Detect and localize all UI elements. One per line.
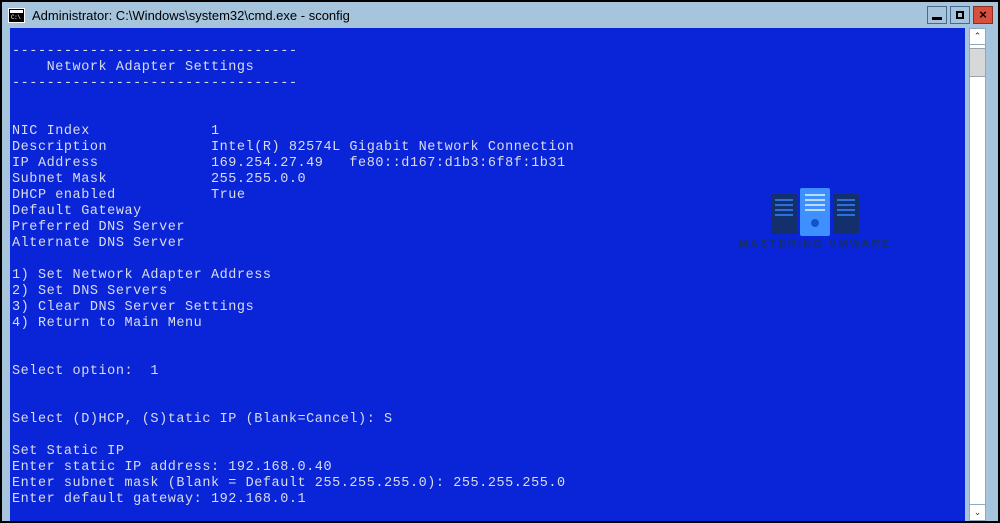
close-icon: × — [979, 7, 987, 22]
minimize-icon — [932, 17, 942, 20]
console-line: Subnet Mask 255.255.0.0 — [12, 172, 307, 187]
console-line: 3) Clear DNS Server Settings — [12, 300, 255, 315]
console-window: C:\ Administrator: C:\Windows\system32\c… — [0, 0, 1000, 523]
window-controls: × — [924, 6, 993, 24]
scroll-down-button[interactable]: ⌄ — [969, 504, 986, 521]
cmd-icon-prompt: C:\ — [11, 13, 21, 21]
maximize-button[interactable] — [950, 6, 970, 24]
chevron-up-icon: ⌃ — [973, 31, 982, 41]
console-line: Default Gateway — [12, 204, 142, 219]
title-bar-left: C:\ Administrator: C:\Windows\system32\c… — [8, 7, 924, 23]
server-tower-center — [800, 188, 830, 236]
console-line: Description Intel(R) 82574L Gigabit Netw… — [12, 140, 575, 155]
console-line: Select option: 1 — [12, 364, 160, 379]
console-line: Network Adapter Settings — [12, 60, 255, 75]
console-line: --------------------------------- — [12, 44, 298, 59]
console-line: 1) Set Network Adapter Address — [12, 268, 272, 283]
console-text-buffer: --------------------------------- Networ… — [12, 28, 574, 508]
console-line: DHCP enabled True — [12, 188, 246, 203]
scrollbar-track[interactable] — [969, 28, 986, 521]
scrollbar-thumb[interactable] — [969, 48, 986, 77]
console-line: IP Address 169.254.27.49 fe80::d167:d1b3… — [12, 156, 566, 171]
cmd-icon-titlestrip — [10, 9, 23, 13]
console-left-border — [2, 28, 10, 521]
console-line: NIC Index 1 — [12, 124, 220, 139]
console-line: Preferred DNS Server — [12, 220, 186, 235]
close-button[interactable]: × — [973, 6, 993, 24]
console-line: Set Static IP — [12, 444, 125, 459]
server-tower-left — [771, 194, 797, 234]
console-line: Select (D)HCP, (S)tatic IP (Blank=Cancel… — [12, 412, 393, 427]
console-body: --------------------------------- Networ… — [2, 28, 998, 521]
minimize-button[interactable] — [927, 6, 947, 24]
console-line: Enter default gateway: 192.168.0.1 — [12, 492, 307, 507]
cmd-console-icon: C:\ — [8, 7, 25, 23]
console-screen[interactable]: --------------------------------- Networ… — [10, 28, 965, 521]
maximize-icon — [956, 11, 964, 19]
server-rack-icon — [720, 188, 910, 236]
console-line: 4) Return to Main Menu — [12, 316, 203, 331]
chevron-down-icon: ⌄ — [973, 507, 982, 517]
console-line: Enter subnet mask (Blank = Default 255.2… — [12, 476, 566, 491]
scroll-up-button[interactable]: ⌃ — [969, 28, 986, 45]
console-line: 2) Set DNS Servers — [12, 284, 168, 299]
watermark-text: MASTERING VMWARE — [738, 238, 892, 250]
console-line: --------------------------------- — [12, 76, 298, 91]
console-line: Alternate DNS Server — [12, 236, 186, 251]
console-line: Enter static IP address: 192.168.0.40 — [12, 460, 333, 475]
title-bar[interactable]: C:\ Administrator: C:\Windows\system32\c… — [2, 2, 998, 28]
vertical-scrollbar[interactable]: ⌃ ⌄ — [965, 28, 998, 521]
server-tower-right — [833, 194, 859, 234]
server-power-dot — [811, 219, 819, 227]
watermark: MASTERING VMWARE — [720, 188, 910, 263]
window-title: Administrator: C:\Windows\system32\cmd.e… — [32, 7, 350, 23]
